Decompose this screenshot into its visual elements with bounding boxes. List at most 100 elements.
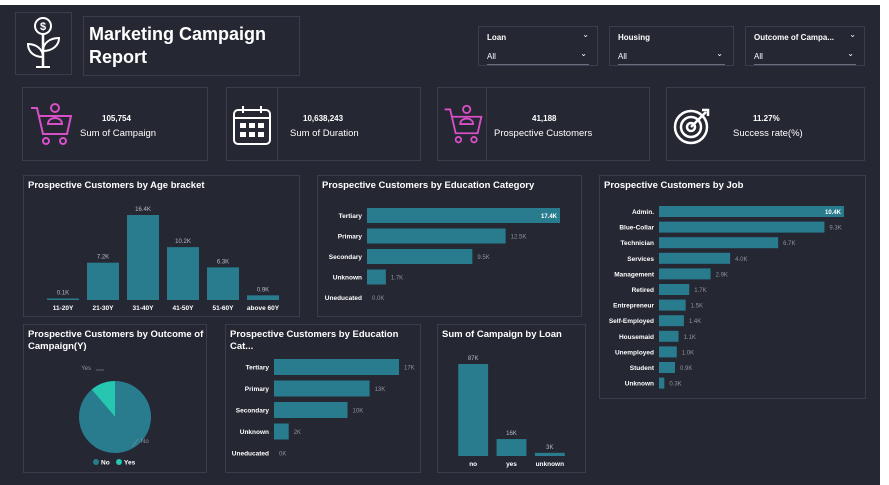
bar: [659, 284, 690, 295]
data-label: 16K: [506, 431, 517, 437]
slicer-housing[interactable]: Housing All ⌄: [609, 26, 734, 66]
kpi-card-duration: 10,638,243 Sum of Duration: [226, 87, 421, 161]
data-label: 7.2K: [97, 255, 109, 261]
data-label: 2K: [294, 430, 301, 436]
bar: [87, 262, 119, 300]
chevron-down-icon[interactable]: ⌄: [580, 50, 587, 58]
bar: [167, 247, 199, 300]
bar: [659, 299, 686, 311]
chevron-down-icon[interactable]: ⌄: [582, 31, 589, 39]
data-label: 12.5K: [511, 235, 527, 241]
kpi-card-prospective: 41,188 Prospective Customers: [437, 87, 650, 161]
data-label: 3K: [546, 445, 553, 451]
axis-tick-label: 11-20Y: [53, 305, 74, 312]
bar: [367, 249, 473, 264]
axis-tick-label: Unemployed: [615, 349, 654, 356]
axis-tick-label: Primary: [338, 234, 363, 241]
bar: [367, 208, 560, 223]
axis-tick-label: Entrepreneur: [613, 303, 654, 310]
bar: [659, 206, 844, 217]
bar: [659, 221, 825, 233]
data-label: 1.1K: [684, 335, 696, 341]
chevron-down-icon[interactable]: ⌄: [847, 50, 854, 58]
bar: [274, 380, 370, 397]
bar: [659, 315, 684, 327]
axis-tick-label: Primary: [245, 386, 270, 393]
chart-campaign-by-loan: 87K no 16K yes 3K unknown: [458, 356, 565, 468]
kpi-divider: [277, 88, 278, 160]
data-label: 10.4K: [825, 210, 842, 216]
bar: [367, 228, 506, 244]
chart-job: Admin. 10.4K Blue-Collar 9.3K Technician 6.7K…: [609, 206, 844, 389]
top-border: [0, 0, 880, 5]
slicer-loan-title: Loan: [487, 33, 507, 42]
slicer-loan-value[interactable]: All: [487, 52, 496, 61]
axis-tick-label: no: [469, 461, 477, 468]
axis-tick-label: Uneducated: [325, 295, 362, 302]
bar: [659, 268, 711, 280]
bar: [534, 452, 565, 456]
data-label: 0.9K: [257, 287, 269, 293]
chart-loan-panel: Sum of Campaign by Loan 87K no 16K yes 3K unk…: [437, 324, 586, 473]
chart-age: 0.1K 11-20Y 7.2K 21-30Y 16.4K 31-40Y 10.2K 41-5…: [47, 207, 280, 312]
axis-tick-label: 41-50Y: [173, 305, 195, 312]
axis-tick-label: 21-30Y: [93, 305, 115, 312]
kpi-label: Sum of Campaign: [80, 128, 157, 139]
data-label: 9.3K: [829, 226, 841, 232]
slicer-underline: [618, 64, 725, 65]
bar: [47, 298, 79, 300]
slicer-outcome-value[interactable]: All: [754, 52, 763, 61]
slicer-outcome[interactable]: Outcome of Campa... ⌄ All ⌄: [745, 26, 865, 66]
target-icon: [673, 108, 710, 145]
chart-job-panel: Prospective Customers by Job Admin. 10.4K…: [599, 175, 866, 399]
axis-tick-label: Retired: [632, 287, 654, 294]
calendar-icon: [233, 106, 271, 145]
chart-education-category-2: Tertiary 17K Primary 13K Secondary 10K Unknown…: [232, 359, 415, 458]
bar: [367, 269, 386, 285]
data-label: 0.1K: [57, 291, 69, 297]
chart-education-category: Tertiary 17.4K Primary 12.5K Secondary 9.5K Un…: [325, 208, 560, 302]
chart-edu2-panel: Prospective Customers by Education Cat..…: [225, 324, 421, 473]
axis-tick-label: Unknown: [240, 429, 269, 436]
axis-tick-label: Services: [627, 256, 654, 263]
legend-marker: [116, 459, 122, 465]
chart-age-panel: Prospective Customers by Age bracket 0.1…: [23, 175, 300, 317]
bar: [659, 330, 679, 342]
kpi-card-success: 11.27% Success rate(%): [666, 87, 865, 161]
title-panel: Marketing Campaign Report: [83, 16, 300, 76]
kpi-divider: [486, 88, 487, 160]
slicer-underline: [487, 64, 589, 65]
bar: [659, 377, 665, 389]
axis-tick-label: Student: [630, 365, 655, 372]
kpi-value: 41,188: [532, 114, 557, 123]
data-label: 1.5K: [691, 304, 703, 310]
slicer-underline: [754, 64, 856, 65]
data-label: 2.9K: [716, 272, 728, 278]
kpi-label: Prospective Customers: [494, 128, 593, 139]
chevron-down-icon[interactable]: ⌄: [716, 50, 723, 58]
axis-tick-label: Housemaid: [619, 334, 654, 341]
chevron-down-icon[interactable]: ⌄: [849, 31, 856, 39]
slicer-housing-value[interactable]: All: [618, 52, 627, 61]
bar: [659, 362, 676, 373]
axis-tick-label: Self-Employed: [609, 318, 654, 325]
bar: [127, 215, 159, 300]
data-label: 0.0K: [372, 296, 384, 302]
axis-tick-label: Admin.: [632, 209, 654, 216]
kpi-card-campaign: 105,754 Sum of Campaign: [22, 87, 208, 161]
axis-tick-label: 31-40Y: [133, 305, 155, 312]
axis-tick-label: Tertiary: [246, 365, 270, 372]
bar: [659, 252, 731, 264]
data-label: 1.7K: [391, 276, 403, 282]
kpi-value: 10,638,243: [303, 114, 344, 123]
bar: [274, 402, 348, 418]
data-label: 16.4K: [135, 207, 151, 213]
svg-text:$: $: [40, 21, 46, 33]
dollar-plant-icon: $: [26, 17, 61, 68]
bar: [458, 364, 489, 456]
slicer-loan[interactable]: Loan ⌄ All ⌄: [478, 26, 598, 66]
axis-tick-label: yes: [506, 461, 517, 468]
logo-panel: $: [15, 12, 72, 75]
shopping-cart-person-icon: [444, 104, 483, 144]
data-label: 4.0K: [735, 257, 747, 263]
